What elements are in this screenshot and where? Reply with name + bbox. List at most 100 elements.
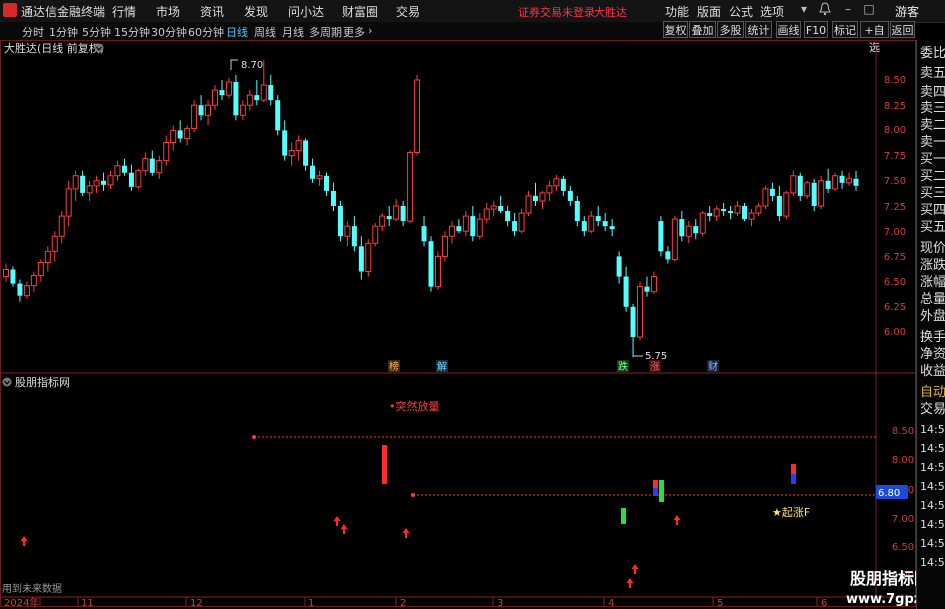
period-60min[interactable]: 60分钟 bbox=[188, 24, 224, 40]
y-tick-label: 8.50 bbox=[884, 75, 906, 86]
candle-body bbox=[379, 215, 386, 227]
menu-gongshi[interactable]: 公式 bbox=[729, 3, 753, 20]
tick-time: 14:56 bbox=[920, 442, 945, 455]
stats-button[interactable]: 统计 bbox=[745, 21, 772, 38]
chart-area: 大胜达(日线 前复权) 8.50 8.25 8.00 7.75 7.50 7.2… bbox=[0, 40, 916, 609]
event-tag-unlock[interactable]: 解 bbox=[436, 360, 448, 373]
menu-wenxiaoda[interactable]: 问小达 bbox=[288, 3, 324, 20]
title-dropdown-icon[interactable] bbox=[94, 43, 104, 53]
candle-body bbox=[428, 241, 434, 287]
panel-label: 卖四 bbox=[920, 85, 945, 100]
minimize-icon[interactable]: – bbox=[841, 2, 855, 18]
candle-body bbox=[679, 219, 685, 237]
time-tick-label: 4 bbox=[608, 598, 614, 609]
panel-label: 涨幅 bbox=[920, 275, 945, 290]
candle-body bbox=[616, 256, 622, 277]
svg-text:财: 财 bbox=[708, 360, 718, 373]
signal-bar-red bbox=[791, 464, 796, 474]
candle-body bbox=[853, 178, 859, 186]
more-chevron-icon[interactable]: › bbox=[368, 24, 372, 37]
candle-body bbox=[790, 175, 797, 194]
menu-shichang[interactable]: 市场 bbox=[156, 3, 180, 20]
time-tick-label: 2 bbox=[400, 598, 406, 609]
candle-body bbox=[462, 215, 469, 232]
candle-body bbox=[10, 269, 16, 284]
time-tick-label: 3 bbox=[497, 598, 503, 609]
tick-time: 14:56 bbox=[920, 423, 945, 436]
period-monthly[interactable]: 月线 bbox=[282, 24, 304, 40]
candle-body bbox=[86, 185, 93, 194]
trade-login-warning[interactable]: 证券交易未登录 bbox=[518, 4, 595, 20]
guest-label[interactable]: 游客 bbox=[895, 3, 919, 20]
menu-caifuquan[interactable]: 财富圈 bbox=[342, 3, 378, 20]
menu-banmian[interactable]: 版面 bbox=[697, 3, 721, 20]
period-multi[interactable]: 多周期 bbox=[309, 24, 342, 40]
candle-body bbox=[609, 226, 615, 230]
quote-side-panel: 委比 卖五 卖四 卖三 卖二 卖一 买一 买二 买三 买四 买五 现价 涨跌 涨… bbox=[916, 40, 945, 609]
maximize-icon[interactable]: □ bbox=[862, 2, 876, 18]
panel-label: 外盘 bbox=[920, 309, 945, 324]
signal-bar-blue bbox=[653, 488, 658, 496]
draw-line-button[interactable]: 画线 bbox=[776, 21, 801, 38]
event-tag-limit-up[interactable]: 涨 bbox=[649, 360, 661, 373]
menu-xuanxiang[interactable]: 选项 bbox=[760, 3, 784, 20]
svg-text:解: 解 bbox=[437, 360, 447, 373]
stock-name-link[interactable]: 大胜达 bbox=[594, 4, 627, 20]
time-tick-label: 2024年 bbox=[4, 596, 39, 609]
bell-icon[interactable] bbox=[818, 2, 832, 18]
period-weekly[interactable]: 周线 bbox=[254, 24, 276, 40]
panel-label: 卖五 bbox=[920, 66, 945, 81]
event-tag-finance[interactable]: 财 bbox=[707, 360, 719, 373]
candle-body bbox=[832, 175, 839, 190]
svg-text:榜: 榜 bbox=[389, 360, 399, 373]
indicator-dropdown-icon[interactable] bbox=[2, 377, 12, 387]
period-5min[interactable]: 5分钟 bbox=[82, 24, 111, 40]
trade-tab[interactable]: 交易 bbox=[920, 402, 945, 418]
fuquan-button[interactable]: 复权 bbox=[663, 21, 688, 38]
period-fenshi[interactable]: 分时 bbox=[22, 24, 44, 40]
panel-label: 买一 bbox=[920, 152, 945, 167]
mark-button[interactable]: 标记 bbox=[832, 21, 858, 38]
add-favorite-button[interactable]: +自选 bbox=[860, 21, 889, 54]
menu-jiaoyi[interactable]: 交易 bbox=[396, 3, 420, 20]
candle-body bbox=[623, 276, 629, 307]
sudden-volume-annotation: •突然放量 bbox=[389, 399, 440, 413]
back-button[interactable]: 返回 bbox=[890, 21, 915, 38]
period-15min[interactable]: 15分钟 bbox=[114, 24, 150, 40]
support-level-dot bbox=[411, 493, 415, 497]
buy-arrow-markers bbox=[20, 515, 681, 588]
main-chart-title: 大胜达(日线 前复权) bbox=[4, 41, 104, 55]
menu-hangqing[interactable]: 行情 bbox=[112, 3, 136, 20]
overlay-button[interactable]: 叠加 bbox=[689, 21, 716, 38]
event-tag-limit-down[interactable]: 跌 bbox=[617, 360, 629, 373]
candle-body bbox=[699, 212, 706, 234]
tick-time: 14:56 bbox=[920, 480, 945, 493]
menu-faxian[interactable]: 发现 bbox=[244, 3, 268, 20]
event-tag-list-board[interactable]: 榜 bbox=[388, 360, 400, 373]
candle-body bbox=[658, 221, 664, 252]
menu-gongneng[interactable]: 功能 bbox=[665, 3, 689, 20]
period-30min[interactable]: 30分钟 bbox=[151, 24, 187, 40]
period-1min[interactable]: 1分钟 bbox=[49, 24, 78, 40]
candle-body bbox=[358, 246, 364, 272]
up-arrow-icon bbox=[340, 524, 348, 534]
time-tick-label: 11 bbox=[81, 598, 94, 609]
auto-trade-toggle[interactable]: 自动 bbox=[920, 385, 945, 401]
candle-body bbox=[665, 251, 671, 260]
title-bar: 通达信金融终端 行情 市场 资讯 发现 问小达 财富圈 交易 证券交易未登录 大… bbox=[0, 0, 945, 23]
period-more[interactable]: 更多 bbox=[343, 24, 365, 40]
candle-body bbox=[225, 81, 232, 96]
signal-bar-red bbox=[653, 480, 658, 488]
candle-body bbox=[797, 175, 803, 196]
candle-body bbox=[198, 105, 204, 116]
candle-body bbox=[811, 182, 817, 206]
main-y-axis: 8.50 8.25 8.00 7.75 7.50 7.25 7.00 6.75 … bbox=[884, 75, 906, 338]
window-menu-icon[interactable]: ▾ bbox=[797, 2, 811, 18]
high-price-label: 8.70 bbox=[241, 60, 263, 71]
period-daily[interactable]: 日线 bbox=[226, 24, 248, 40]
f10-button[interactable]: F10 bbox=[804, 21, 828, 38]
up-arrow-icon bbox=[626, 578, 634, 588]
candle-body bbox=[728, 211, 734, 214]
menu-zixun[interactable]: 资讯 bbox=[200, 3, 224, 20]
multi-stock-button[interactable]: 多股 bbox=[717, 21, 744, 38]
